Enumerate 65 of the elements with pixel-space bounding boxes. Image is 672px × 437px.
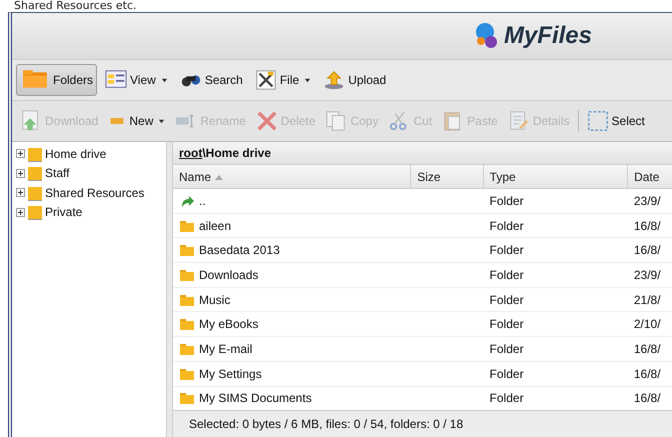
- folder-icon: [179, 316, 195, 332]
- file-date: 16/8/: [634, 366, 661, 381]
- file-date: 21/8/: [634, 292, 661, 307]
- toolbar-button[interactable]: Upload: [319, 66, 390, 94]
- file-name[interactable]: Basedata 2013: [199, 243, 280, 258]
- sort-icon: [215, 174, 224, 180]
- folder-icon: [27, 165, 43, 182]
- file-date: 23/9/: [634, 194, 661, 208]
- file-name[interactable]: My SIMS Documents: [199, 391, 312, 406]
- path-text: \Home drive: [202, 146, 272, 160]
- file-name[interactable]: Downloads: [199, 268, 258, 282]
- delete-icon: [256, 110, 278, 132]
- file-name[interactable]: Music: [199, 292, 230, 307]
- tree-item[interactable]: Private: [45, 205, 82, 220]
- toolbar-button[interactable]: Search: [176, 66, 247, 94]
- expand-toggle[interactable]: [16, 168, 25, 178]
- file-type: Folder: [490, 342, 524, 356]
- file-name[interactable]: aileen: [199, 218, 232, 233]
- file-date: 16/8/: [634, 391, 661, 406]
- file-date: 23/9/: [634, 268, 661, 282]
- root-link[interactable]: root: [179, 146, 202, 160]
- file-type: Folder: [490, 218, 524, 233]
- folder-icon: [27, 204, 43, 220]
- file-name[interactable]: ..: [199, 194, 206, 208]
- folder-icon: [179, 390, 195, 406]
- selection-icon: [586, 110, 609, 132]
- column-header[interactable]: Date: [628, 165, 672, 188]
- file-type: Folder: [490, 317, 524, 332]
- expand-toggle[interactable]: [16, 208, 25, 217]
- file-type: Folder: [490, 292, 524, 307]
- file-name[interactable]: My eBooks: [199, 317, 258, 332]
- expand-toggle[interactable]: [16, 149, 25, 158]
- details-icon: [508, 110, 530, 132]
- caption-text: Shared Resources etc.: [13, 0, 138, 12]
- view-icon: [105, 69, 128, 91]
- folder-icon: [27, 184, 43, 201]
- file-date: 16/8/: [634, 342, 661, 356]
- expand-toggle[interactable]: [16, 188, 25, 198]
- copy-icon: [325, 110, 348, 132]
- toolbar-button[interactable]: View: [101, 66, 172, 94]
- toolbar-button[interactable]: Folders: [16, 64, 98, 96]
- upload-icon: [323, 69, 346, 91]
- file-date: 16/8/: [634, 243, 661, 258]
- file-type: Folder: [490, 194, 524, 208]
- action-button[interactable]: New: [104, 111, 170, 131]
- file-type: Folder: [490, 391, 524, 406]
- file-type: Folder: [490, 243, 524, 258]
- tree-item[interactable]: Staff: [45, 166, 70, 180]
- file-type: Folder: [490, 268, 524, 282]
- column-header[interactable]: Name: [173, 165, 412, 188]
- file-name[interactable]: My Settings: [199, 366, 262, 381]
- file-date: 2/10/: [634, 317, 661, 332]
- toolbar-button[interactable]: File: [250, 66, 316, 94]
- file-name[interactable]: My E-mail: [199, 342, 252, 356]
- column-header[interactable]: Type: [484, 165, 628, 188]
- tools-icon: [254, 69, 277, 91]
- tree-item[interactable]: Shared Resources: [45, 186, 144, 200]
- tree-item[interactable]: Home drive: [45, 146, 106, 161]
- app-title: MyFiles: [504, 22, 592, 50]
- file-type: Folder: [490, 366, 524, 381]
- folder-icon: [179, 242, 195, 258]
- column-header[interactable]: Size: [411, 165, 484, 188]
- file-date: 16/8/: [634, 218, 661, 233]
- action-button[interactable]: Select: [582, 107, 649, 135]
- folder-icon: [27, 146, 43, 162]
